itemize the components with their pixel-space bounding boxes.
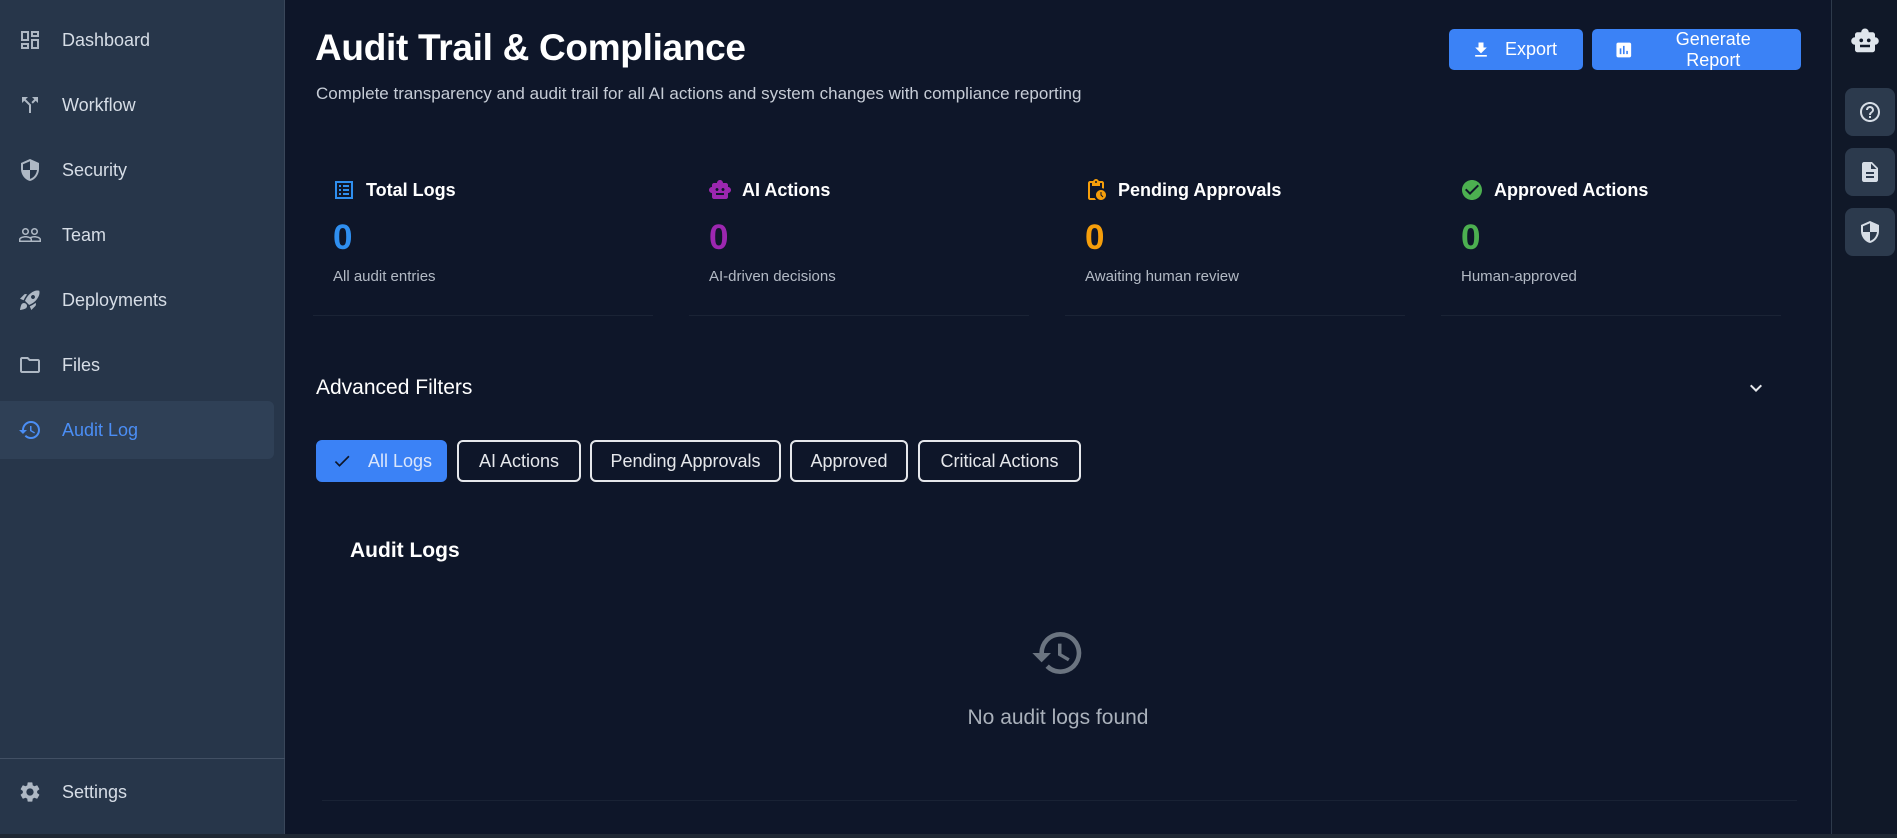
advanced-filters-toggle[interactable]: Advanced Filters	[306, 364, 1796, 412]
main-content: Audit Trail & Compliance Complete transp…	[286, 0, 1831, 834]
filter-chip-approved[interactable]: Approved	[790, 440, 908, 482]
sidebar-item-label: Team	[62, 224, 107, 245]
filter-chip-all-logs[interactable]: All Logs	[316, 440, 447, 482]
bottom-bar	[0, 834, 1897, 838]
stat-title: Pending Approvals	[1118, 179, 1282, 200]
filter-chip-label: Critical Actions	[940, 450, 1059, 471]
check-circle-icon	[1462, 180, 1482, 200]
generate-report-label: Generate Report	[1675, 28, 1751, 70]
page-title: Audit Trail & Compliance	[315, 27, 746, 68]
stat-title: Total Logs	[366, 179, 456, 200]
audit-logs-title: Audit Logs	[350, 539, 460, 562]
sidebar: Dashboard Workflow Security Team Deploym…	[0, 0, 285, 834]
history-icon	[18, 418, 42, 442]
stat-card-pending-approvals: Pending Approvals 0 Awaiting human revie…	[1065, 160, 1405, 316]
empty-state-text: No audit logs found	[967, 706, 1149, 729]
download-icon	[1475, 42, 1487, 57]
security-button[interactable]	[1845, 208, 1895, 256]
stat-card-total-logs: Total Logs 0 All audit entries	[313, 160, 653, 316]
sidebar-item-team[interactable]: Team	[0, 206, 274, 264]
shield-icon	[18, 158, 42, 182]
stat-title: AI Actions	[742, 179, 831, 200]
sidebar-item-label: Dashboard	[62, 29, 151, 50]
sidebar-item-dashboard[interactable]: Dashboard	[0, 11, 274, 69]
page-subtitle: Complete transparency and audit trail fo…	[316, 84, 1082, 103]
sidebar-item-label: Settings	[62, 781, 128, 802]
help-icon	[1860, 102, 1880, 122]
history-icon	[1028, 625, 1088, 681]
sidebar-item-security[interactable]: Security	[0, 141, 274, 199]
right-rail	[1831, 0, 1897, 834]
sidebar-item-label: Audit Log	[62, 419, 139, 440]
sidebar-item-audit-log[interactable]: Audit Log	[0, 401, 274, 459]
advanced-filters-title: Advanced Filters	[316, 376, 473, 399]
document-icon	[1862, 162, 1878, 182]
stat-value: 0	[333, 218, 353, 257]
folder-icon	[18, 353, 42, 377]
stat-value: 0	[1461, 218, 1481, 257]
stat-title: Approved Actions	[1494, 179, 1649, 200]
stat-desc: AI-driven decisions	[709, 268, 836, 285]
filter-chip-label: AI Actions	[478, 450, 560, 471]
list-icon	[335, 181, 353, 199]
generate-report-button[interactable]: Generate Report	[1592, 29, 1801, 70]
workflow-icon	[18, 93, 42, 117]
sidebar-divider	[0, 758, 285, 759]
dashboard-icon	[18, 28, 42, 52]
stat-desc: Awaiting human review	[1085, 268, 1239, 285]
stat-desc: Human-approved	[1461, 268, 1577, 285]
robot-icon	[709, 180, 731, 199]
sidebar-item-settings[interactable]: Settings	[0, 763, 274, 821]
export-button[interactable]: Export	[1449, 29, 1583, 70]
check-icon	[334, 455, 350, 467]
help-button[interactable]	[1845, 88, 1895, 136]
filter-chip-label: All Logs	[368, 450, 433, 471]
filter-chip-label: Pending Approvals	[610, 450, 761, 471]
sidebar-item-files[interactable]: Files	[0, 336, 274, 394]
rocket-icon	[18, 288, 42, 312]
sidebar-item-label: Security	[62, 159, 128, 180]
stat-value: 0	[1085, 218, 1105, 257]
sidebar-item-workflow[interactable]: Workflow	[0, 76, 274, 134]
shield-icon	[1861, 221, 1879, 243]
people-icon	[18, 223, 42, 247]
filter-chip-label: Approved	[810, 450, 888, 471]
sidebar-item-label: Files	[62, 354, 101, 375]
chart-icon	[1616, 42, 1632, 57]
pending-clipboard-icon	[1088, 179, 1106, 200]
filter-chip-pending-approvals[interactable]: Pending Approvals	[590, 440, 781, 482]
stat-value: 0	[709, 218, 729, 257]
filter-chip-ai-actions[interactable]: AI Actions	[457, 440, 581, 482]
logs-divider	[322, 800, 1797, 801]
stat-card-approved-actions: Approved Actions 0 Human-approved	[1441, 160, 1781, 316]
chevron-down-icon	[1744, 376, 1768, 400]
sidebar-item-label: Workflow	[62, 94, 136, 115]
stat-card-ai-actions: AI Actions 0 AI-driven decisions	[689, 160, 1029, 316]
stat-desc: All audit entries	[333, 268, 436, 285]
robot-icon[interactable]	[1850, 26, 1880, 56]
documents-button[interactable]	[1845, 148, 1895, 196]
filter-chip-critical-actions[interactable]: Critical Actions	[918, 440, 1081, 482]
export-button-label: Export	[1505, 39, 1558, 59]
sidebar-item-deployments[interactable]: Deployments	[0, 271, 274, 329]
gear-icon	[18, 780, 42, 804]
sidebar-item-label: Deployments	[62, 289, 168, 310]
